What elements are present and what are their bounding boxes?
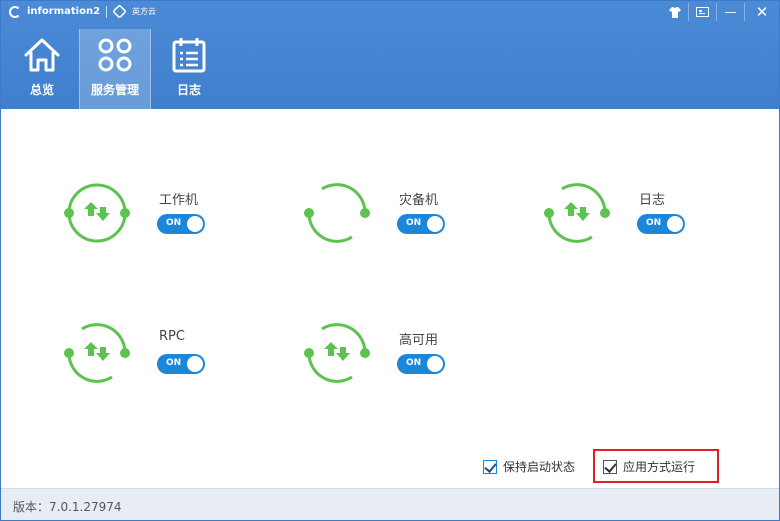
calendar-list-icon (172, 38, 206, 73)
service-toggle[interactable]: ON (157, 354, 205, 374)
service-backup: 灾备机 ON (301, 181, 501, 261)
toggle-label: ON (406, 218, 422, 228)
shirt-icon (668, 6, 681, 18)
tab-service-management-label: 服务管理 (90, 83, 139, 97)
service-name: 灾备机 (399, 193, 439, 208)
brand-name: information2 (27, 6, 101, 17)
service-toggle[interactable]: ON (397, 354, 445, 374)
toggle-knob (427, 356, 443, 372)
toggle-label: ON (166, 358, 182, 368)
tab-log-label: 日志 (176, 83, 201, 97)
tab-log[interactable]: 日志 (159, 29, 219, 109)
service-name: 日志 (639, 193, 666, 208)
service-toggle[interactable]: ON (157, 214, 205, 234)
toggle-label: ON (406, 358, 422, 368)
service-toggle[interactable]: ON (637, 214, 685, 234)
toggle-knob (427, 216, 443, 232)
service-name: 高可用 (399, 333, 439, 348)
service-high-availability: 高可用 ON (301, 321, 501, 401)
service-workstation: 工作机 ON (61, 181, 261, 261)
sync-with-arrows-icon (544, 183, 610, 243)
keep-state-checkbox[interactable] (483, 459, 497, 474)
version-text: 版本：7.0.1.27974 (13, 500, 122, 514)
tab-overview[interactable]: 总览 (13, 29, 71, 109)
app-logo: information2 英方云 (9, 4, 157, 19)
app-window: information2 英方云 — ✕ 总览 服务管理 日志 工作机 ON 灾… (0, 0, 780, 521)
toggle-label: ON (166, 218, 182, 228)
grid-icon (98, 38, 132, 72)
header-bar: information2 英方云 — ✕ 总览 服务管理 日志 (1, 1, 779, 109)
brand-secondary: 英方云 (132, 7, 157, 16)
cloud-logo-icon (112, 4, 127, 19)
service-toggle[interactable]: ON (397, 214, 445, 234)
feedback-button[interactable] (689, 1, 716, 23)
message-icon (696, 6, 709, 17)
minimize-button[interactable]: — (717, 1, 744, 23)
keep-state-option[interactable]: 保持启动状态 (483, 458, 575, 475)
brand-logo-icon (9, 5, 21, 18)
window-controls: — ✕ (661, 1, 779, 23)
toggle-knob (187, 216, 203, 232)
home-icon (24, 38, 60, 72)
tab-overview-label: 总览 (29, 83, 54, 97)
sync-with-arrows-icon (64, 323, 130, 383)
main-nav: 总览 服务管理 日志 (13, 29, 227, 109)
close-button[interactable]: ✕ (745, 1, 779, 23)
service-log: 日志 ON (541, 181, 741, 261)
highlight-box (593, 449, 719, 483)
service-rpc: RPC ON (61, 321, 261, 401)
toggle-knob (667, 216, 683, 232)
sync-with-arrows-icon (304, 323, 370, 383)
tab-service-management[interactable]: 服务管理 (79, 29, 151, 109)
service-name: 工作机 (159, 193, 199, 208)
status-bar: 版本：7.0.1.27974 (1, 488, 779, 520)
keep-state-label: 保持启动状态 (503, 460, 576, 474)
sync-icon (304, 183, 370, 243)
sync-with-arrows-icon (64, 183, 130, 243)
logo-divider (106, 5, 108, 18)
toggle-knob (187, 356, 203, 372)
skin-button[interactable] (661, 1, 688, 23)
toggle-label: ON (646, 218, 662, 228)
service-name: RPC (159, 329, 185, 344)
